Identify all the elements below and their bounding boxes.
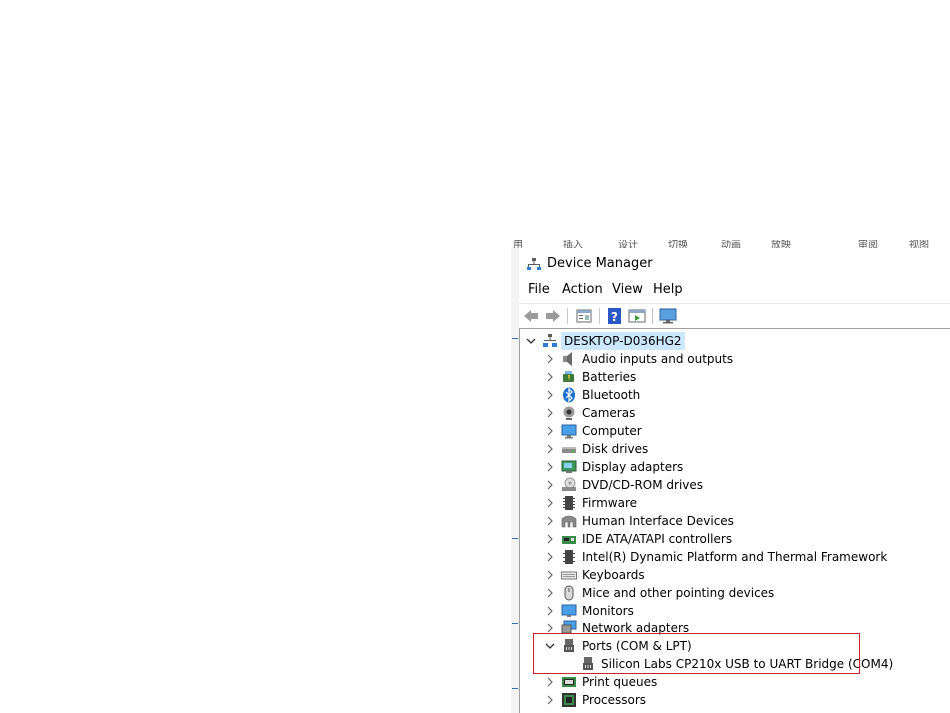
- window-title: Device Manager: [547, 256, 653, 271]
- hid-icon: [561, 515, 577, 528]
- tree-item-computer[interactable]: Computer: [520, 422, 950, 440]
- update-driver-icon[interactable]: [628, 307, 646, 325]
- tree-item-label: Intel(R) Dynamic Platform and Thermal Fr…: [582, 550, 888, 564]
- title-bar: Device Manager: [519, 248, 950, 280]
- chevron-right-icon[interactable]: [545, 480, 555, 490]
- menu-help[interactable]: Help: [653, 282, 683, 297]
- tree-item-label: Display adapters: [582, 460, 684, 474]
- chevron-right-icon[interactable]: [545, 677, 555, 687]
- highlight-box: [533, 633, 860, 674]
- monitor-icon[interactable]: [659, 307, 677, 325]
- camera-icon: [563, 406, 575, 420]
- bg-tab: 设计: [618, 240, 638, 248]
- chevron-right-icon[interactable]: [545, 426, 555, 436]
- help-icon[interactable]: ?: [606, 307, 624, 325]
- keyboard-icon: [561, 571, 577, 580]
- ide-controller-icon: [562, 536, 576, 544]
- tree-item-ide[interactable]: IDE ATA/ATAPI controllers: [520, 530, 950, 548]
- tree-item-label: Bluetooth: [582, 388, 641, 402]
- chevron-right-icon[interactable]: [545, 570, 555, 580]
- tree-item-label: DVD/CD-ROM drives: [582, 478, 704, 492]
- bg-tab: 切换: [668, 240, 688, 248]
- tree-item-label: Keyboards: [582, 568, 645, 582]
- tree-item-dvd[interactable]: DVD/CD-ROM drives: [520, 476, 950, 494]
- display-adapter-icon: [561, 460, 577, 473]
- tree-item-monitors[interactable]: Monitors: [520, 602, 950, 620]
- tree-item-keyboards[interactable]: Keyboards: [520, 566, 950, 584]
- bg-tab: 放映: [771, 240, 791, 248]
- back-icon[interactable]: [522, 307, 540, 325]
- tree-item-processors[interactable]: Processors: [520, 691, 950, 709]
- computer-icon: [561, 424, 577, 439]
- mouse-icon: [564, 585, 574, 601]
- device-manager-icon: [527, 258, 541, 270]
- tree-item-firmware[interactable]: Firmware: [520, 494, 950, 512]
- root-label: DESKTOP-D036HG2: [561, 332, 685, 350]
- tree-item-bluetooth[interactable]: Bluetooth: [520, 386, 950, 404]
- tree-item-label: Human Interface Devices: [582, 514, 734, 528]
- battery-icon: [563, 371, 574, 382]
- menu-file[interactable]: File: [528, 282, 550, 297]
- disk-drive-icon: [562, 447, 576, 453]
- chip-icon: [563, 550, 575, 564]
- tree-item-hid[interactable]: Human Interface Devices: [520, 512, 950, 530]
- bg-tab: 动画: [721, 240, 741, 248]
- bg-tab: 审阅: [858, 240, 878, 248]
- background-ribbon-strip: 用 插入 设计 切换 动画 放映 审阅 视图: [513, 240, 950, 248]
- speaker-icon: [563, 352, 572, 366]
- tree-item-print-queues[interactable]: Print queues: [520, 673, 950, 691]
- bg-tab: 用: [513, 240, 523, 248]
- menu-bar: File Action View Help: [519, 280, 950, 302]
- menu-action[interactable]: Action: [562, 282, 603, 297]
- tree-item-label: Audio inputs and outputs: [582, 352, 734, 366]
- toolbar: ?: [519, 303, 950, 328]
- bluetooth-icon: [563, 387, 575, 403]
- tree-item-label: Mice and other pointing devices: [582, 586, 775, 600]
- chevron-right-icon[interactable]: [545, 623, 555, 633]
- chevron-right-icon[interactable]: [545, 534, 555, 544]
- chevron-right-icon[interactable]: [545, 552, 555, 562]
- tree-item-mice[interactable]: Mice and other pointing devices: [520, 584, 950, 602]
- bg-tab: 插入: [563, 240, 583, 248]
- chevron-right-icon[interactable]: [545, 516, 555, 526]
- chevron-down-icon[interactable]: [526, 336, 536, 346]
- tree-item-label: Batteries: [582, 370, 637, 384]
- forward-icon[interactable]: [544, 307, 562, 325]
- tree-item-label: Print queues: [582, 675, 658, 689]
- chevron-right-icon[interactable]: [545, 354, 555, 364]
- tree-item-label: Cameras: [582, 406, 636, 420]
- processor-icon: [562, 693, 576, 707]
- tree-item-label: Monitors: [582, 604, 634, 618]
- tree-item-batteries[interactable]: Batteries: [520, 368, 950, 386]
- tree-item-disk-drives[interactable]: Disk drives: [520, 440, 950, 458]
- chevron-right-icon[interactable]: [545, 372, 555, 382]
- tree-item-label: Processors: [582, 693, 647, 707]
- chevron-right-icon[interactable]: [545, 444, 555, 454]
- chevron-right-icon[interactable]: [545, 498, 555, 508]
- svg-text:?: ?: [611, 310, 618, 324]
- firmware-icon: [563, 496, 575, 510]
- chevron-right-icon[interactable]: [545, 390, 555, 400]
- computer-tree-icon: [543, 334, 557, 347]
- tree-item-label: Computer: [582, 424, 642, 438]
- chevron-right-icon[interactable]: [545, 408, 555, 418]
- tree-item-intel-dptf[interactable]: Intel(R) Dynamic Platform and Thermal Fr…: [520, 548, 950, 566]
- tree-item-label: Disk drives: [582, 442, 649, 456]
- printer-icon: [562, 677, 576, 687]
- dvd-icon: [562, 477, 576, 491]
- tree-item-label: Firmware: [582, 496, 637, 510]
- chevron-right-icon[interactable]: [545, 695, 555, 705]
- tree-item-cameras[interactable]: Cameras: [520, 404, 950, 422]
- properties-icon[interactable]: [575, 307, 593, 325]
- tree-item-audio[interactable]: Audio inputs and outputs: [520, 350, 950, 368]
- tree-item-display-adapters[interactable]: Display adapters: [520, 458, 950, 476]
- menu-view[interactable]: View: [612, 282, 643, 297]
- bg-tab: 视图: [909, 240, 929, 248]
- chevron-right-icon[interactable]: [545, 462, 555, 472]
- monitor-icon: [561, 604, 577, 617]
- chevron-right-icon[interactable]: [545, 588, 555, 598]
- tree-item-label: IDE ATA/ATAPI controllers: [582, 532, 733, 546]
- chevron-right-icon[interactable]: [545, 606, 555, 616]
- tree-root[interactable]: DESKTOP-D036HG2: [520, 332, 950, 350]
